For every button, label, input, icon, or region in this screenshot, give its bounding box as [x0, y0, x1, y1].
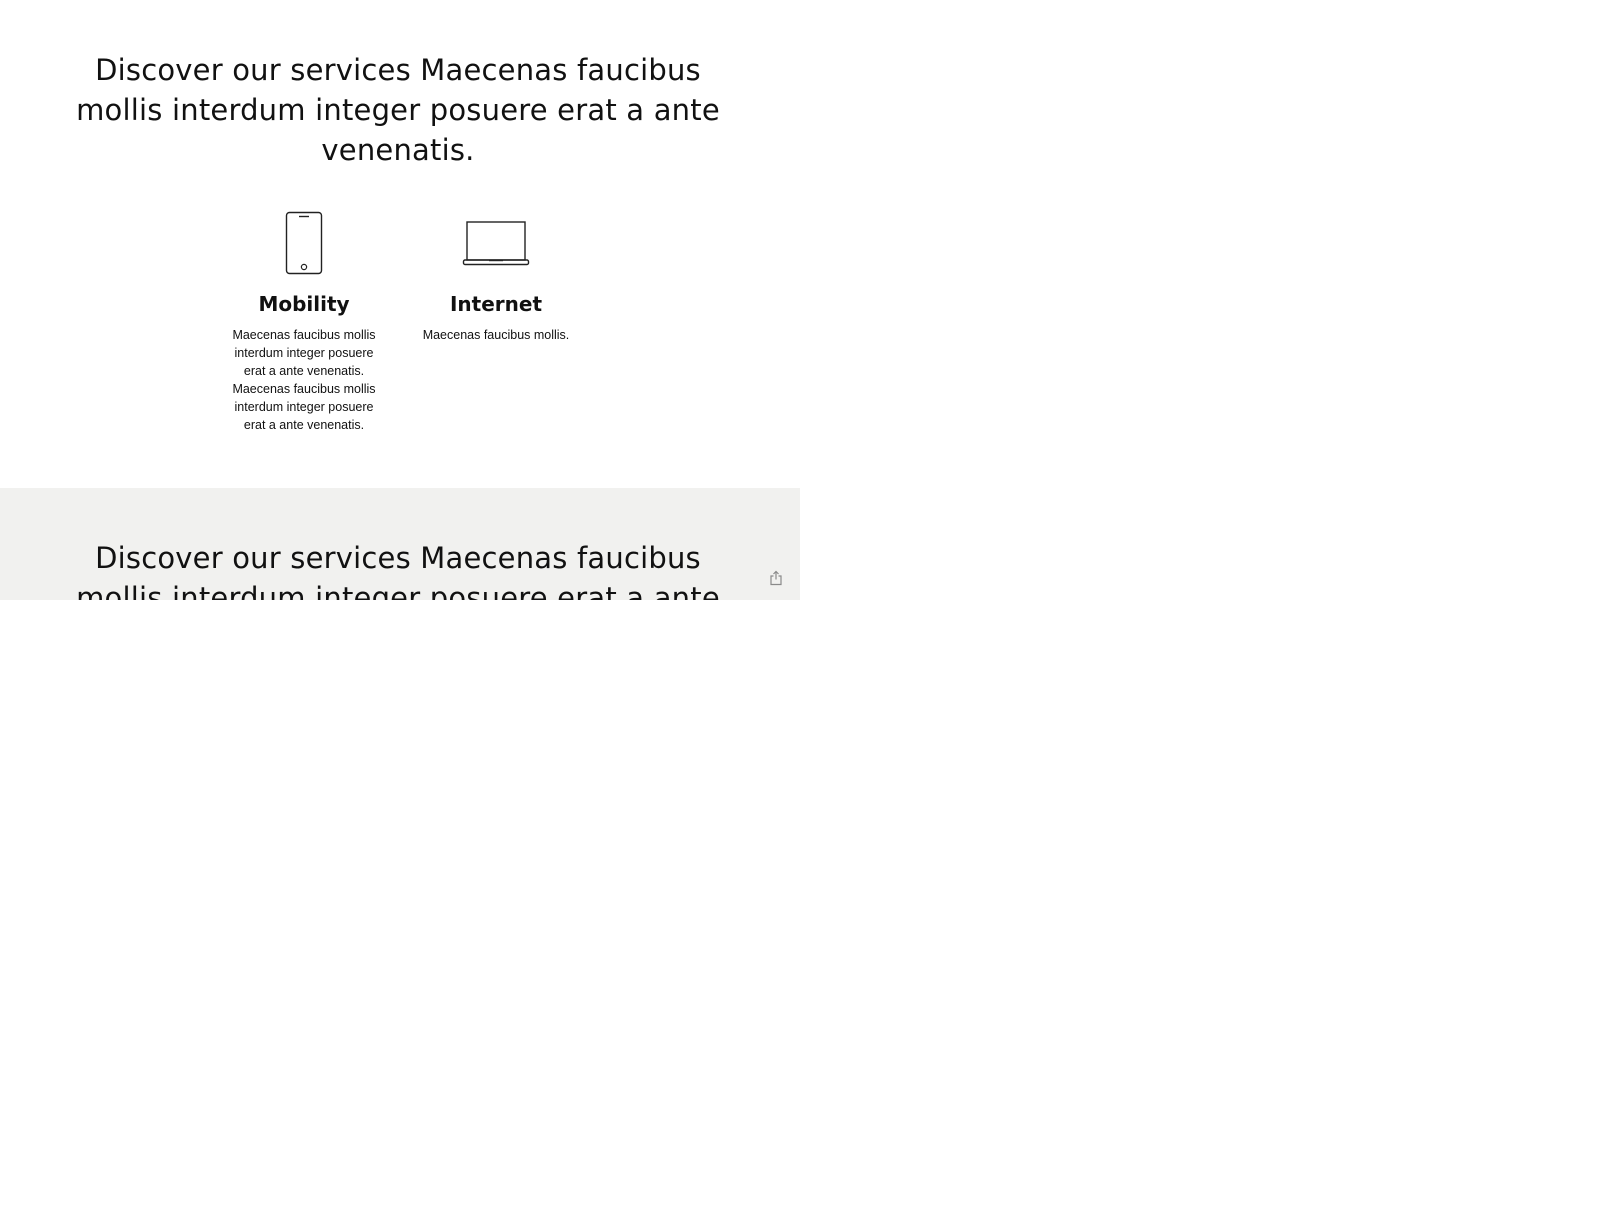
- laptop-icon: [412, 210, 580, 276]
- share-icon[interactable]: [768, 570, 784, 586]
- page-viewport: Discover our services Maecenas faucibus …: [0, 0, 800, 600]
- smartphone-icon: [224, 210, 384, 276]
- service-card-internet: Internet Maecenas faucibus mollis.: [412, 210, 580, 344]
- service-title: Internet: [449, 292, 543, 316]
- service-description: Maecenas faucibus mollis interdum intege…: [232, 328, 376, 432]
- section-headline: Discover our services Maecenas faucibus …: [76, 53, 720, 167]
- service-description: Maecenas faucibus mollis.: [422, 328, 570, 342]
- service-card-mobility: Mobility Maecenas faucibus mollis interd…: [224, 210, 384, 434]
- section-headline: Discover our services Maecenas faucibus …: [76, 541, 720, 600]
- service-title: Mobility: [258, 292, 350, 316]
- services-section: Discover our services Maecenas faucibus …: [0, 0, 800, 488]
